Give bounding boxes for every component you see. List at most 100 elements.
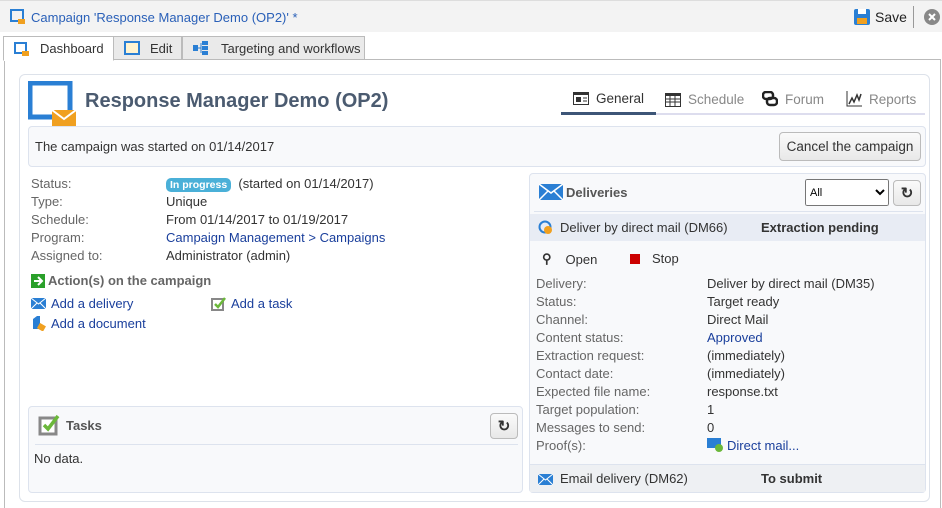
tasks-panel: Tasks ↻ No data. [28, 406, 523, 493]
proof-envelope-icon [707, 438, 723, 452]
refresh-icon: ↻ [497, 418, 511, 435]
envelope-icon [538, 474, 553, 485]
tab-general[interactable]: General [573, 91, 644, 106]
tab-label: Forum [785, 91, 825, 107]
envelope-icon [539, 184, 563, 200]
detail-label: Contact date: [536, 366, 614, 381]
detail-value: 0 [707, 420, 715, 435]
add-delivery-link[interactable]: Add a delivery [31, 296, 133, 311]
detail-value: (immediately) [707, 366, 786, 381]
divider [534, 211, 923, 212]
schedule-value: From 01/14/2017 to 01/19/2017 [166, 212, 349, 227]
save-label: Save [875, 9, 907, 25]
deliveries-panel: Deliveries All ↻ Deliver by direct mail … [529, 173, 926, 493]
calendar-icon [665, 93, 681, 107]
deliveries-filter-select[interactable]: All [805, 179, 889, 206]
tab-targeting-workflows[interactable]: Targeting and workflows [182, 36, 365, 60]
detail-value: Deliver by direct mail (DM35) [707, 276, 875, 291]
workflow-icon [193, 41, 208, 55]
forum-icon [762, 91, 778, 107]
type-label: Type: [31, 194, 63, 209]
actions-title: Action(s) on the campaign [48, 273, 212, 288]
assigned-value: Administrator (admin) [166, 248, 291, 263]
deliveries-header: Deliveries [539, 184, 627, 200]
tasks-refresh-button[interactable]: ↻ [490, 413, 518, 439]
detail-label: Messages to send: [536, 420, 646, 435]
detail-value: Target ready [707, 294, 780, 309]
detail-link[interactable]: Approved [707, 330, 763, 345]
campaign-logo-icon [28, 81, 76, 126]
detail-value: (immediately) [707, 348, 786, 363]
tab-label: Dashboard [40, 41, 104, 56]
banner-text: The campaign was started on 01/14/2017 [35, 139, 275, 154]
delivery-row-selected[interactable]: Deliver by direct mail (DM66) Extraction… [530, 214, 925, 241]
detail-label: Delivery: [536, 276, 587, 291]
detail-label: Proof(s): [536, 438, 586, 453]
delivery-state: To submit [761, 471, 823, 486]
program-link[interactable]: Campaign Management > Campaigns [166, 230, 385, 245]
tab-reports[interactable]: Reports [846, 91, 916, 107]
campaign-icon [14, 41, 29, 56]
chart-icon [846, 91, 862, 107]
deliveries-title: Deliveries [566, 184, 628, 200]
task-check-icon [211, 296, 226, 311]
tab-forum[interactable]: Forum [762, 91, 824, 107]
detail-value: response.txt [707, 384, 778, 399]
document-icon [33, 316, 46, 331]
general-icon [573, 92, 589, 105]
tab-label: Edit [150, 40, 173, 56]
tab-label: Reports [869, 91, 917, 107]
tab-label: Schedule [688, 91, 745, 107]
tab-dashboard[interactable]: Dashboard [3, 36, 114, 61]
schedule-label: Schedule: [31, 212, 89, 227]
open-button[interactable]: ⚲ Open [542, 251, 597, 267]
add-delivery-label: Add a delivery [51, 296, 134, 311]
delivery-name: Email delivery (DM62) [560, 471, 688, 486]
window-title: Campaign 'Response Manager Demo (OP2)' * [31, 10, 298, 25]
detail-value: 1 [707, 402, 715, 417]
magnifier-icon: ⚲ [542, 251, 552, 266]
add-document-link[interactable]: Add a document [31, 316, 146, 331]
add-task-label: Add a task [231, 296, 293, 311]
delivery-name: Deliver by direct mail (DM66) [560, 220, 728, 235]
detail-label: Target population: [536, 402, 640, 417]
stop-label: Stop [652, 251, 679, 266]
delivery-row[interactable]: Email delivery (DM62) To submit [530, 464, 925, 492]
delivery-pending-icon [538, 220, 552, 234]
deliveries-refresh-button[interactable]: ↻ [893, 180, 921, 206]
stop-button[interactable]: Stop [630, 251, 679, 266]
detail-label: Extraction request: [536, 348, 645, 363]
task-check-icon [38, 414, 60, 436]
save-button[interactable]: Save [854, 9, 907, 25]
tab-edit[interactable]: Edit [113, 36, 182, 60]
status-badge: In progress [166, 178, 232, 192]
detail-link[interactable]: Direct mail... [707, 438, 799, 453]
status-value: In progress (started on 01/14/2017) [166, 176, 374, 192]
divider [913, 6, 914, 28]
envelope-icon [31, 298, 46, 309]
actions-heading: Action(s) on the campaign [31, 273, 211, 288]
tasks-title: Tasks [66, 417, 102, 433]
status-label: Status: [31, 176, 72, 191]
detail-value: Direct Mail [707, 312, 769, 327]
type-value: Unique [166, 194, 208, 209]
detail-label: Expected file name: [536, 384, 651, 399]
tab-label: Targeting and workflows [221, 40, 361, 56]
window-icon [124, 41, 140, 55]
save-icon [854, 9, 870, 25]
delivery-state: Extraction pending [761, 220, 879, 235]
cancel-campaign-button[interactable]: Cancel the campaign [779, 132, 921, 161]
close-icon[interactable] [924, 9, 940, 25]
title-bar: Campaign 'Response Manager Demo (OP2)' *… [0, 0, 942, 32]
assigned-label: Assigned to: [31, 248, 103, 263]
add-document-label: Add a document [51, 316, 146, 331]
campaign-icon [10, 9, 25, 24]
detail-label: Channel: [536, 312, 589, 327]
divider [35, 444, 518, 445]
detail-label: Content status: [536, 330, 624, 345]
add-task-link[interactable]: Add a task [211, 296, 292, 311]
arrow-right-icon [31, 273, 45, 288]
stop-icon [630, 253, 640, 264]
tab-schedule[interactable]: Schedule [665, 91, 744, 107]
open-label: Open [565, 251, 598, 267]
